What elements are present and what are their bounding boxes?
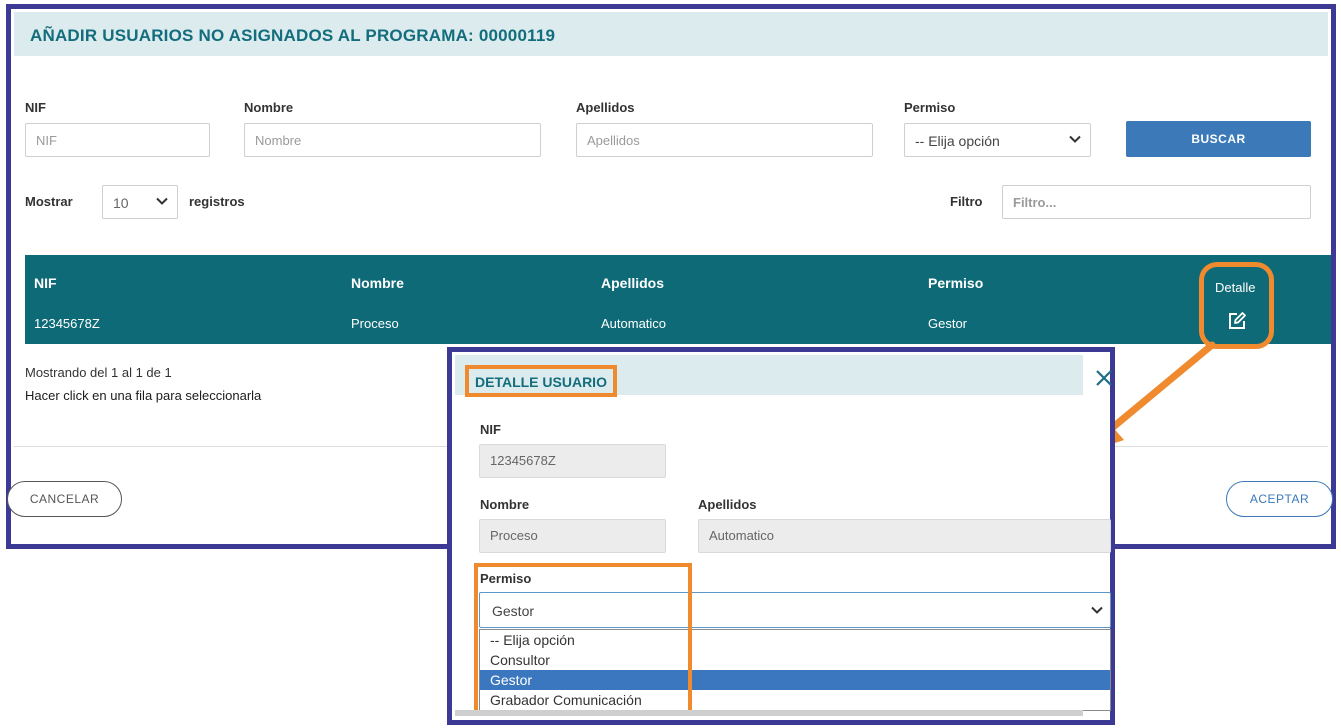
cancel-button[interactable]: CANCELAR [7,481,122,517]
cell-nombre: Proceso [351,316,399,331]
filtro-input[interactable] [1002,185,1311,219]
permiso-label: Permiso [904,100,956,115]
cell-permiso: Gestor [928,316,968,331]
column-header-permiso[interactable]: Permiso [928,275,983,291]
selection-hint: Hacer click en una fila para seleccionar… [25,388,262,403]
apellidos-label: Apellidos [576,100,635,115]
modal-nombre-field: Proceso [479,519,666,553]
apellidos-input[interactable] [576,123,873,157]
nombre-label: Nombre [244,100,294,115]
nif-input[interactable] [25,123,210,157]
cell-apellidos: Automatico [601,316,667,331]
page-title: AÑADIR USUARIOS NO ASIGNADOS AL PROGRAMA… [30,26,556,45]
cell-nif: 12345678Z [34,316,100,331]
column-header-nif[interactable]: NIF [34,275,57,291]
results-table: NIF Nombre Apellidos Permiso Detalle 123… [25,255,1331,344]
accept-button[interactable]: ACEPTAR [1226,481,1333,517]
page-header: AÑADIR USUARIOS NO ASIGNADOS AL PROGRAMA… [14,12,1328,56]
modal-header: DETALLE USUARIO [455,355,1083,397]
modal-title-highlight: DETALLE USUARIO [465,365,617,397]
page-size-value: 10 [113,195,129,211]
column-header-nombre[interactable]: Nombre [351,275,404,291]
modal-nif-field: 12345678Z [479,444,666,478]
mostrar-label: Mostrar [25,194,73,209]
chevron-down-icon [156,197,168,205]
modal-apellidos-field: Automatico [698,519,1111,553]
modal-title: DETALLE USUARIO [475,374,607,390]
detail-user-modal: DETALLE USUARIO NIF 12345678Z Nombre Pro… [447,347,1115,725]
pagination-info: Mostrando del 1 al 1 de 1 [25,365,172,380]
chevron-down-icon [1091,606,1103,614]
modal-apellidos-label: Apellidos [698,497,757,512]
modal-nif-label: NIF [480,422,501,437]
chevron-down-icon [1069,135,1081,143]
registros-label: registros [189,194,245,209]
modal-scroll-bar [455,710,1083,716]
modal-nombre-label: Nombre [480,497,530,512]
page-size-select[interactable]: 10 [102,185,178,219]
permiso-select-value: -- Elija opción [915,133,1000,149]
filtro-label: Filtro [950,194,983,209]
permiso-annotation-highlight [474,563,692,715]
close-icon[interactable] [1094,368,1114,388]
column-header-apellidos[interactable]: Apellidos [601,275,664,291]
nombre-input[interactable] [244,123,541,157]
detalle-annotation-highlight [1199,262,1274,349]
nif-label: NIF [25,100,46,115]
buscar-button[interactable]: BUSCAR [1126,121,1311,157]
permiso-select[interactable]: -- Elija opción [904,123,1091,157]
